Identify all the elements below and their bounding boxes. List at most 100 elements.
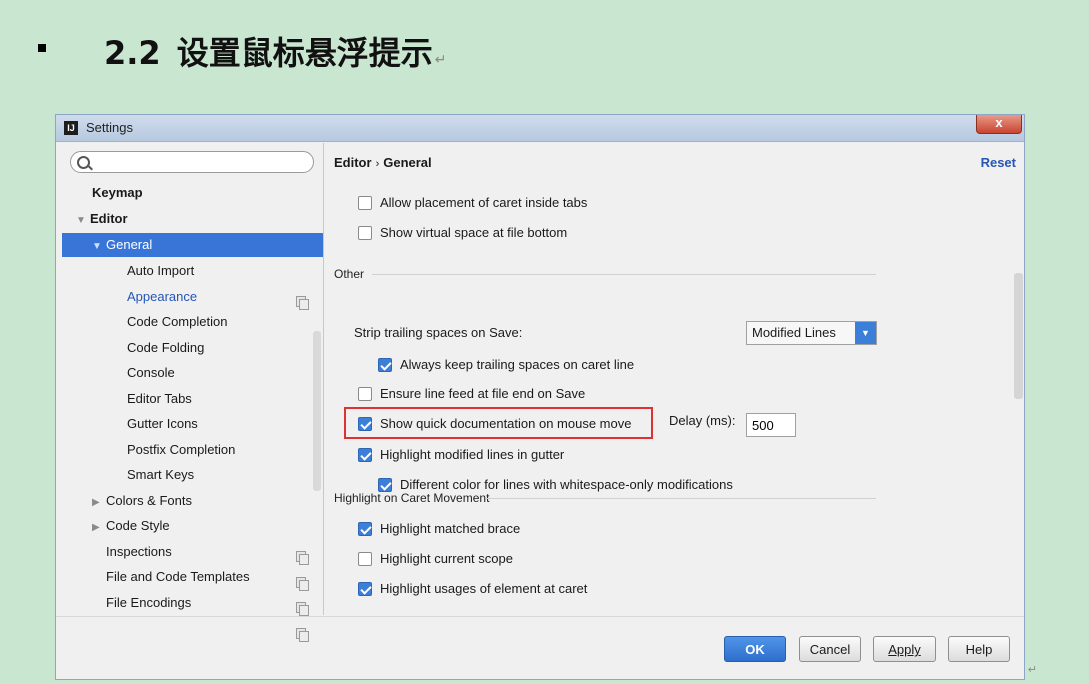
sidebar-item-label: Smart Keys	[127, 467, 195, 482]
option-current-scope[interactable]: Highlight current scope	[358, 549, 513, 569]
strip-trailing-label: Strip trailing spaces on Save:	[354, 325, 523, 340]
sidebar-item-smart-keys[interactable]: Smart Keys	[127, 463, 194, 487]
delay-input[interactable]	[746, 413, 796, 437]
sidebar-scrollbar[interactable]	[313, 331, 321, 491]
checkbox[interactable]	[358, 448, 372, 462]
settings-sidebar: Keymap ▼ Editor ▼ General Auto Import Appe…	[62, 143, 324, 642]
option-usages-at-caret[interactable]: Highlight usages of element at caret	[358, 579, 587, 599]
reset-link[interactable]: Reset	[981, 155, 1016, 170]
paragraph-mark-bottom: ↵	[1027, 664, 1037, 676]
checkbox[interactable]	[358, 226, 372, 240]
intellij-icon: IJ	[64, 121, 78, 135]
collapsed-arrow-icon[interactable]: ▶	[92, 516, 106, 540]
sidebar-item-general[interactable]: ▼ General	[62, 233, 323, 257]
close-button[interactable]: x	[976, 115, 1022, 134]
sidebar-item-label: Inspections	[106, 544, 172, 559]
dialog-titlebar[interactable]: IJ Settings x	[56, 115, 1024, 142]
settings-search-input[interactable]	[70, 151, 314, 173]
delay-label: Delay (ms):	[669, 413, 736, 428]
option-label: Highlight usages of element at caret	[380, 581, 588, 596]
content-scrollbar[interactable]	[1014, 273, 1023, 399]
project-settings-icon	[296, 551, 309, 565]
sidebar-item-label: File Encodings	[106, 595, 192, 610]
project-settings-icon	[296, 602, 309, 616]
option-virtual-space[interactable]: Show virtual space at file bottom	[358, 223, 567, 243]
slide-bullet	[38, 44, 46, 52]
section-divider	[486, 498, 876, 499]
sidebar-item-editor[interactable]: ▼ Editor	[76, 207, 128, 231]
collapsed-arrow-icon[interactable]: ▶	[92, 491, 106, 515]
checkbox[interactable]	[358, 582, 372, 596]
checkbox[interactable]	[358, 522, 372, 536]
sidebar-item-code-style[interactable]: ▶ Code Style	[92, 514, 170, 538]
sidebar-item-gutter-icons[interactable]: Gutter Icons	[127, 412, 198, 436]
option-ensure-line-feed[interactable]: Ensure line feed at file end on Save	[358, 384, 585, 404]
project-settings-icon	[296, 296, 309, 310]
sidebar-item-label: General	[106, 237, 153, 252]
sidebar-item-colors-fonts[interactable]: ▶ Colors & Fonts	[92, 489, 192, 513]
option-label: Different color for lines with whitespac…	[400, 477, 733, 492]
search-icon	[77, 156, 90, 169]
sidebar-item-label: Console	[127, 365, 175, 380]
option-label: Always keep trailing spaces on caret lin…	[400, 357, 635, 372]
sidebar-item-file-code-templates[interactable]: File and Code Templates	[106, 565, 250, 589]
option-label: Highlight matched brace	[380, 521, 521, 536]
ok-button[interactable]: OK	[724, 636, 786, 662]
sidebar-item-label: Editor	[90, 211, 128, 226]
dialog-title: Settings	[86, 120, 133, 135]
sidebar-item-auto-import[interactable]: Auto Import	[127, 259, 194, 283]
sidebar-item-label: Code Folding	[127, 340, 205, 355]
option-label: Ensure line feed at file end on Save	[380, 386, 586, 401]
section-other: Other	[334, 267, 365, 281]
checkbox[interactable]	[358, 196, 372, 210]
sidebar-item-editor-tabs[interactable]: Editor Tabs	[127, 387, 192, 411]
dropdown-value: Modified Lines	[752, 325, 836, 340]
sidebar-item-appearance[interactable]: Appearance	[127, 285, 197, 309]
checkbox[interactable]	[358, 387, 372, 401]
dialog-footer: OK Cancel Apply Help	[56, 616, 1024, 681]
expanded-arrow-icon[interactable]: ▼	[76, 209, 90, 233]
sidebar-item-keymap[interactable]: Keymap	[92, 181, 143, 205]
checkbox[interactable]	[358, 552, 372, 566]
sidebar-item-label: Editor Tabs	[127, 391, 192, 406]
sidebar-item-label: Code Style	[106, 518, 170, 533]
sidebar-item-console[interactable]: Console	[127, 361, 175, 385]
sidebar-item-label: Auto Import	[127, 263, 195, 278]
option-allow-caret-tabs[interactable]: Allow placement of caret inside tabs	[358, 193, 587, 213]
slide-title-text: 设置鼠标悬浮提示	[176, 34, 433, 72]
sidebar-item-label: Keymap	[92, 185, 143, 200]
option-quick-documentation[interactable]: Show quick documentation on mouse move	[358, 414, 631, 434]
checkbox[interactable]	[358, 417, 372, 431]
section-divider	[372, 274, 876, 275]
option-label: Highlight modified lines in gutter	[380, 447, 565, 462]
option-matched-brace[interactable]: Highlight matched brace	[358, 519, 520, 539]
sidebar-item-label: Postfix Completion	[127, 442, 236, 457]
sidebar-item-code-completion[interactable]: Code Completion	[127, 310, 227, 334]
option-highlight-modified[interactable]: Highlight modified lines in gutter	[358, 445, 564, 465]
sidebar-item-label: Colors & Fonts	[106, 493, 192, 508]
expanded-arrow-icon[interactable]: ▼	[92, 235, 106, 259]
slide-title: 2.2 设置鼠标悬浮提示 ↵	[104, 28, 446, 74]
cancel-button[interactable]: Cancel	[799, 636, 861, 662]
sidebar-item-label: Code Completion	[127, 314, 228, 329]
slide-title-number: 2.2	[104, 34, 161, 72]
option-label: Highlight current scope	[380, 551, 513, 566]
breadcrumb-parent: Editor	[334, 155, 372, 170]
settings-dialog: IJ Settings x Keymap ▼ Editor ▼ General Au…	[55, 114, 1025, 680]
chevron-down-icon[interactable]: ▼	[855, 322, 876, 344]
help-button[interactable]: Help	[948, 636, 1010, 662]
strip-trailing-dropdown[interactable]: Modified Lines ▼	[746, 321, 877, 345]
checkbox[interactable]	[378, 478, 392, 492]
checkbox[interactable]	[378, 358, 392, 372]
breadcrumb: Editor › General	[334, 155, 432, 170]
apply-button[interactable]: Apply	[873, 636, 936, 662]
option-always-keep-trailing[interactable]: Always keep trailing spaces on caret lin…	[378, 355, 634, 375]
breadcrumb-current: General	[383, 155, 432, 170]
breadcrumb-separator: ›	[375, 158, 380, 170]
sidebar-item-inspections[interactable]: Inspections	[106, 540, 172, 564]
sidebar-item-file-encodings[interactable]: File Encodings	[106, 591, 191, 615]
sidebar-item-code-folding[interactable]: Code Folding	[127, 336, 204, 360]
paragraph-mark: ↵	[434, 52, 447, 68]
option-label: Show quick documentation on mouse move	[380, 416, 632, 431]
sidebar-item-postfix-completion[interactable]: Postfix Completion	[127, 438, 235, 462]
